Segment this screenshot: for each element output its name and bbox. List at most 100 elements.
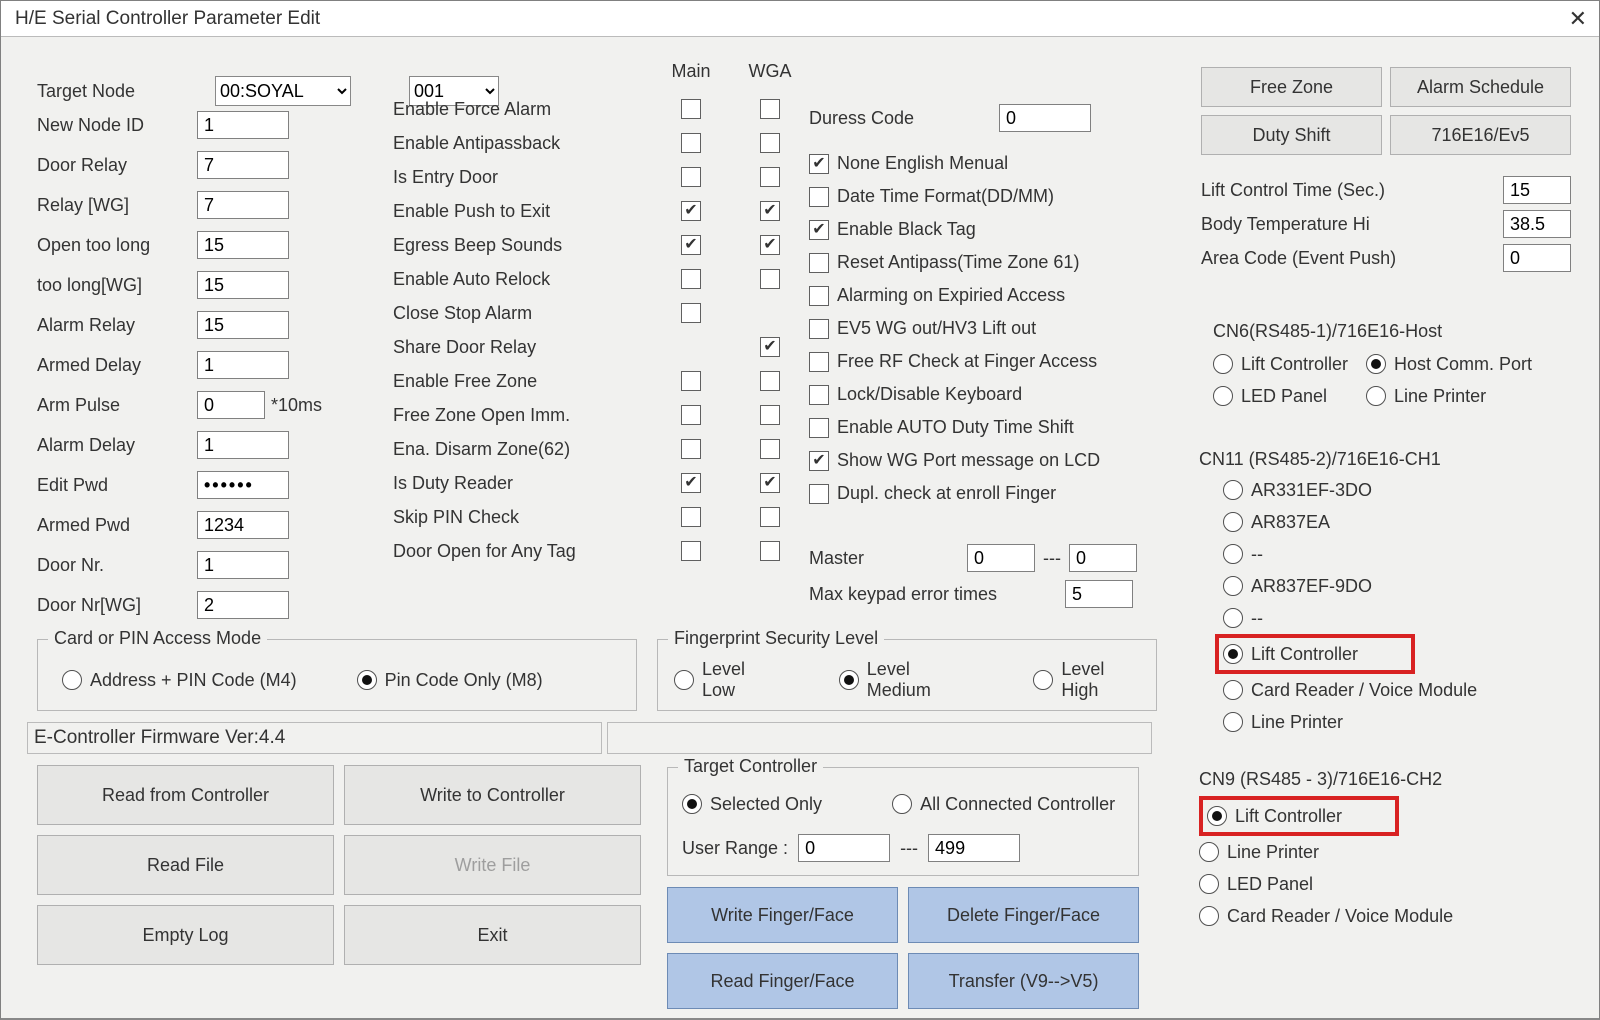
checkbox[interactable] (809, 253, 829, 273)
checkbox-main[interactable] (681, 405, 701, 425)
radio[interactable] (1223, 608, 1243, 628)
checkbox-main[interactable] (681, 541, 701, 561)
master-b-input[interactable] (1069, 544, 1137, 572)
param-input[interactable] (197, 391, 265, 419)
right-param-input[interactable] (1503, 210, 1571, 238)
radio[interactable] (1213, 354, 1233, 374)
action-button[interactable]: Exit (344, 905, 641, 965)
user-range-a[interactable] (798, 834, 890, 862)
checkbox[interactable] (809, 352, 829, 372)
param-input[interactable] (197, 431, 289, 459)
param-label: Relay [WG] (37, 195, 197, 216)
radio[interactable] (1207, 806, 1227, 826)
radio[interactable] (1199, 874, 1219, 894)
radio[interactable] (892, 794, 912, 814)
checkbox-wga[interactable] (760, 99, 780, 119)
checkbox-wga[interactable]: ✔ (760, 201, 780, 221)
checkbox-wga[interactable] (760, 371, 780, 391)
max-keypad-input[interactable] (1065, 580, 1133, 608)
checkbox-wga[interactable] (760, 541, 780, 561)
checkbox[interactable] (809, 286, 829, 306)
duress-code-label: Duress Code (809, 108, 999, 129)
radio[interactable] (1223, 576, 1243, 596)
checkbox[interactable]: ✔ (809, 154, 829, 174)
param-input[interactable] (197, 231, 289, 259)
top-button[interactable]: 716E16/Ev5 (1390, 115, 1571, 155)
right-param-input[interactable] (1503, 244, 1571, 272)
checkbox[interactable]: ✔ (809, 451, 829, 471)
checkbox[interactable]: ✔ (809, 220, 829, 240)
checkbox-main[interactable]: ✔ (681, 473, 701, 493)
checkbox-main[interactable] (681, 507, 701, 527)
param-input[interactable] (197, 151, 289, 179)
radio[interactable] (1213, 386, 1233, 406)
action-button[interactable]: Write to Controller (344, 765, 641, 825)
checkbox-wga[interactable] (760, 133, 780, 153)
radio[interactable] (1033, 670, 1053, 690)
checkbox-main[interactable]: ✔ (681, 201, 701, 221)
finger-button[interactable]: Read Finger/Face (667, 953, 898, 1009)
target-node-select[interactable]: 00:SOYAL (215, 76, 351, 106)
checkbox-wga[interactable]: ✔ (760, 337, 780, 357)
checkbox-main[interactable] (681, 99, 701, 119)
checkbox-main[interactable]: ✔ (681, 235, 701, 255)
checkbox[interactable] (809, 418, 829, 438)
radio[interactable] (1223, 712, 1243, 732)
checkbox-wga[interactable]: ✔ (760, 235, 780, 255)
checkbox-wga[interactable] (760, 269, 780, 289)
checkbox-wga[interactable]: ✔ (760, 473, 780, 493)
radio[interactable] (1199, 906, 1219, 926)
checkbox[interactable] (809, 187, 829, 207)
param-input[interactable] (197, 311, 289, 339)
checkbox-wga[interactable] (760, 167, 780, 187)
checkbox-main[interactable] (681, 133, 701, 153)
top-button[interactable]: Alarm Schedule (1390, 67, 1571, 107)
radio[interactable] (1223, 544, 1243, 564)
radio[interactable] (1366, 354, 1386, 374)
checkbox-wga[interactable] (760, 405, 780, 425)
finger-button[interactable]: Delete Finger/Face (908, 887, 1139, 943)
param-suffix: *10ms (271, 395, 322, 416)
checkbox-wga[interactable] (760, 439, 780, 459)
radio[interactable] (682, 794, 702, 814)
top-button[interactable]: Duty Shift (1201, 115, 1382, 155)
param-input[interactable] (197, 191, 289, 219)
param-input[interactable] (197, 511, 289, 539)
close-icon[interactable]: ✕ (1565, 6, 1591, 32)
param-input[interactable] (197, 551, 289, 579)
duress-code-input[interactable] (999, 104, 1091, 132)
right-param-input[interactable] (1503, 176, 1571, 204)
radio[interactable] (1199, 842, 1219, 862)
radio[interactable] (839, 670, 859, 690)
radio[interactable] (1223, 480, 1243, 500)
finger-button[interactable]: Write Finger/Face (667, 887, 898, 943)
radio[interactable] (1366, 386, 1386, 406)
param-input[interactable] (197, 111, 289, 139)
param-input[interactable] (197, 471, 289, 499)
param-input[interactable] (197, 271, 289, 299)
action-button[interactable]: Read from Controller (37, 765, 334, 825)
radio[interactable] (357, 670, 377, 690)
checkbox-wga[interactable] (760, 507, 780, 527)
finger-button[interactable]: Transfer (V9-->V5) (908, 953, 1139, 1009)
param-input[interactable] (197, 591, 289, 619)
checkbox[interactable] (809, 484, 829, 504)
radio[interactable] (1223, 644, 1243, 664)
checkbox-main[interactable] (681, 371, 701, 391)
master-a-input[interactable] (967, 544, 1035, 572)
checkbox[interactable] (809, 385, 829, 405)
checkbox[interactable] (809, 319, 829, 339)
radio[interactable] (62, 670, 82, 690)
user-range-b[interactable] (928, 834, 1020, 862)
action-button[interactable]: Read File (37, 835, 334, 895)
action-button[interactable]: Empty Log (37, 905, 334, 965)
param-input[interactable] (197, 351, 289, 379)
top-button[interactable]: Free Zone (1201, 67, 1382, 107)
radio[interactable] (1223, 512, 1243, 532)
radio[interactable] (674, 670, 694, 690)
radio[interactable] (1223, 680, 1243, 700)
checkbox-main[interactable] (681, 269, 701, 289)
checkbox-main[interactable] (681, 439, 701, 459)
checkbox-main[interactable] (681, 303, 701, 323)
checkbox-main[interactable] (681, 167, 701, 187)
